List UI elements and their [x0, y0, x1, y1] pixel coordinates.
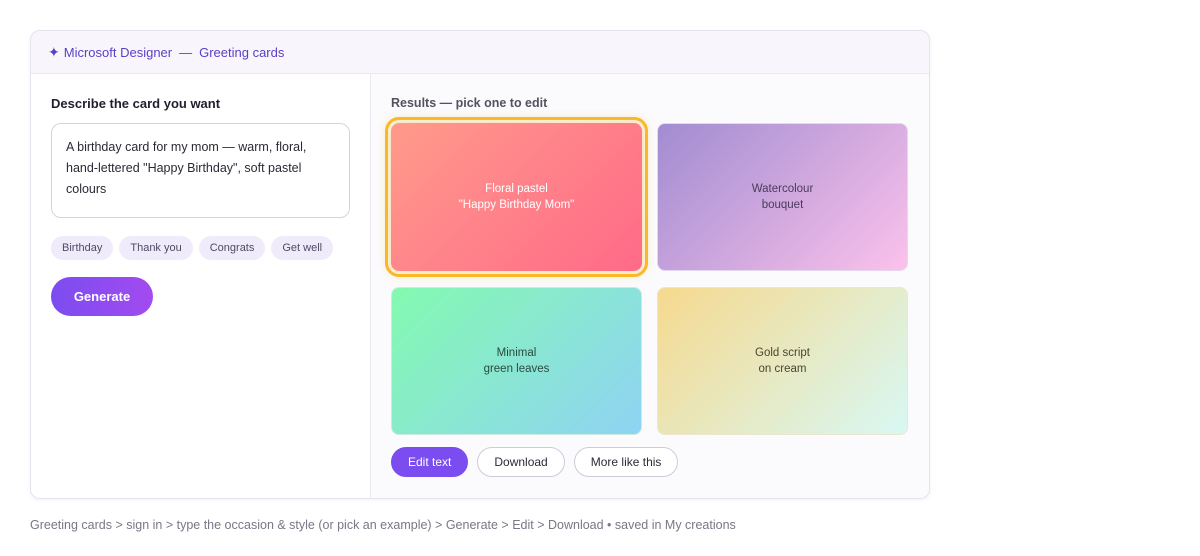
prompt-input[interactable]: A birthday card for my mom — warm, flora…	[51, 123, 350, 218]
results-grid: Floral pastel "Happy Birthday Mom" Water…	[385, 117, 909, 435]
result-card-label: Watercolour bouquet	[751, 183, 814, 211]
title-bar: ✦ Microsoft Designer — Greeting cards	[31, 31, 929, 74]
section-name: Greeting cards	[199, 44, 285, 60]
more-like-this-button[interactable]: More like this	[573, 447, 679, 477]
designer-window: ✦ Microsoft Designer — Greeting cards De…	[30, 30, 930, 499]
edit-text-button[interactable]: Edit text	[391, 447, 469, 477]
example-chips: Birthday Thank you Congrats Get well	[51, 236, 350, 260]
result-card-gold-script[interactable]: Gold script on cream	[657, 287, 908, 435]
results-heading: Results — pick one to edit	[391, 96, 548, 110]
result-card-label: Gold script on cream	[755, 347, 810, 375]
result-card-label: Floral pastel "Happy Birthday Mom"	[458, 183, 575, 211]
chip-thank-you[interactable]: Thank you	[119, 236, 193, 260]
result-card-watercolour-bouquet[interactable]: Watercolour bouquet	[657, 123, 908, 271]
title-separator: —	[179, 44, 193, 60]
prompt-panel: Describe the card you want A birthday ca…	[31, 74, 371, 498]
app-name: Microsoft Designer	[63, 44, 173, 60]
prompt-heading: Describe the card you want	[51, 96, 221, 111]
result-card-floral-pastel[interactable]: Floral pastel "Happy Birthday Mom"	[385, 117, 648, 277]
chip-birthday[interactable]: Birthday	[51, 236, 114, 260]
result-card-minimal-green-leaves[interactable]: Minimal green leaves	[391, 287, 642, 435]
results-panel: Results — pick one to edit Floral pastel…	[371, 74, 929, 498]
chip-get-well[interactable]: Get well	[271, 236, 334, 260]
generate-button[interactable]: Generate	[51, 277, 153, 316]
workflow-caption: Greeting cards > sign in > type the occa…	[30, 518, 736, 532]
result-card-label: Minimal green leaves	[483, 347, 550, 375]
result-actions: Edit text Download More like this	[391, 447, 909, 477]
download-button[interactable]: Download	[477, 447, 565, 477]
chip-congrats[interactable]: Congrats	[198, 236, 266, 260]
sparkle-icon: ✦	[48, 43, 60, 60]
